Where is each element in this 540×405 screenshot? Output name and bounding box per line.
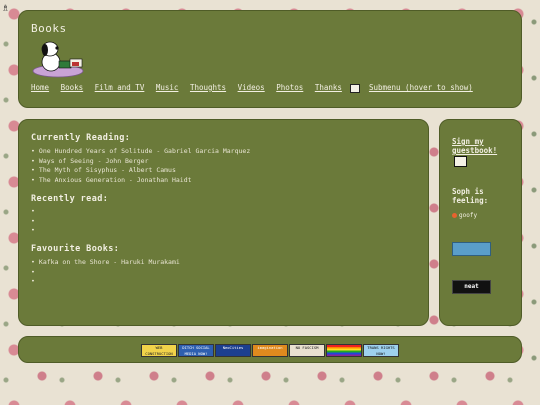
list-item xyxy=(31,217,421,227)
mood-text: goofy xyxy=(459,212,478,219)
list-item: Ways of Seeing - John Berger xyxy=(31,157,421,167)
nav-music-link[interactable]: Music xyxy=(156,83,179,92)
nav-film-tv-link[interactable]: Film and TV xyxy=(95,83,145,92)
list-item xyxy=(31,207,421,217)
main-content-panel: Currently Reading: One Hundred Years of … xyxy=(18,119,429,326)
web-construction-button[interactable]: WEB CONSTRUCTION xyxy=(141,344,177,357)
neat-badge[interactable]: neat xyxy=(452,280,491,294)
list-item xyxy=(31,277,421,287)
mood-status: goofy xyxy=(452,212,477,219)
figure-icon: ♗ xyxy=(2,1,9,14)
list-item: One Hundred Years of Solitude - Gabriel … xyxy=(31,147,421,157)
book-icon xyxy=(350,83,361,93)
guestbook-icon[interactable] xyxy=(454,156,467,167)
list-item: The Anxious Generation - Jonathan Haidt xyxy=(31,176,421,186)
nav-books-link[interactable]: Books xyxy=(61,83,84,92)
recently-read-list xyxy=(31,207,421,236)
nav-videos-link[interactable]: Videos xyxy=(238,83,265,92)
nav-photos-link[interactable]: Photos xyxy=(276,83,303,92)
mood-icon xyxy=(452,213,457,218)
feeling-label: Soph is feeling: xyxy=(452,187,489,205)
nav-thoughts-link[interactable]: Thoughts xyxy=(190,83,226,92)
nav-home-link[interactable]: Home xyxy=(31,83,49,92)
sidebar-panel: Sign my guestbook! Soph is feeling: goof… xyxy=(439,119,522,326)
currently-reading-heading: Currently Reading: xyxy=(31,133,131,143)
submenu-link[interactable]: Submenu (hover to show) xyxy=(369,83,473,92)
guestbook-link[interactable]: Sign my guestbook! xyxy=(452,137,521,155)
recently-read-heading: Recently read: xyxy=(31,194,109,204)
favourite-books-heading: Favourite Books: xyxy=(31,244,120,254)
currently-reading-list: One Hundred Years of Solitude - Gabriel … xyxy=(31,147,421,185)
site-badge[interactable] xyxy=(452,242,491,256)
list-item xyxy=(31,226,421,236)
snoopy-reading-icon xyxy=(32,41,84,78)
list-item: Kafka on the Shore - Haruki Murakami xyxy=(31,258,421,268)
neocities-button[interactable]: NeoCities xyxy=(215,344,251,357)
favourite-books-list: Kafka on the Shore - Haruki Murakami xyxy=(31,258,421,287)
imagination-button[interactable]: imagination xyxy=(252,344,288,357)
header-panel: Books Home Books Film and TV Music Thoug… xyxy=(18,10,522,108)
trans-rights-button[interactable]: TRANS RIGHTS NOW! xyxy=(363,344,399,357)
pride-flag-button[interactable] xyxy=(326,344,362,357)
page-title: Books xyxy=(31,22,67,35)
list-item: The Myth of Sisyphus - Albert Camus xyxy=(31,166,421,176)
ditch-social-media-button[interactable]: DITCH SOCIAL MEDIA NOW! xyxy=(178,344,214,357)
nav-thanks-link[interactable]: Thanks xyxy=(315,83,342,92)
no-fascism-button[interactable]: NO FASCISM xyxy=(289,344,325,357)
footer-panel: WEB CONSTRUCTION DITCH SOCIAL MEDIA NOW!… xyxy=(18,336,522,363)
main-nav: Home Books Film and TV Music Thoughts Vi… xyxy=(31,83,480,93)
list-item xyxy=(31,268,421,278)
